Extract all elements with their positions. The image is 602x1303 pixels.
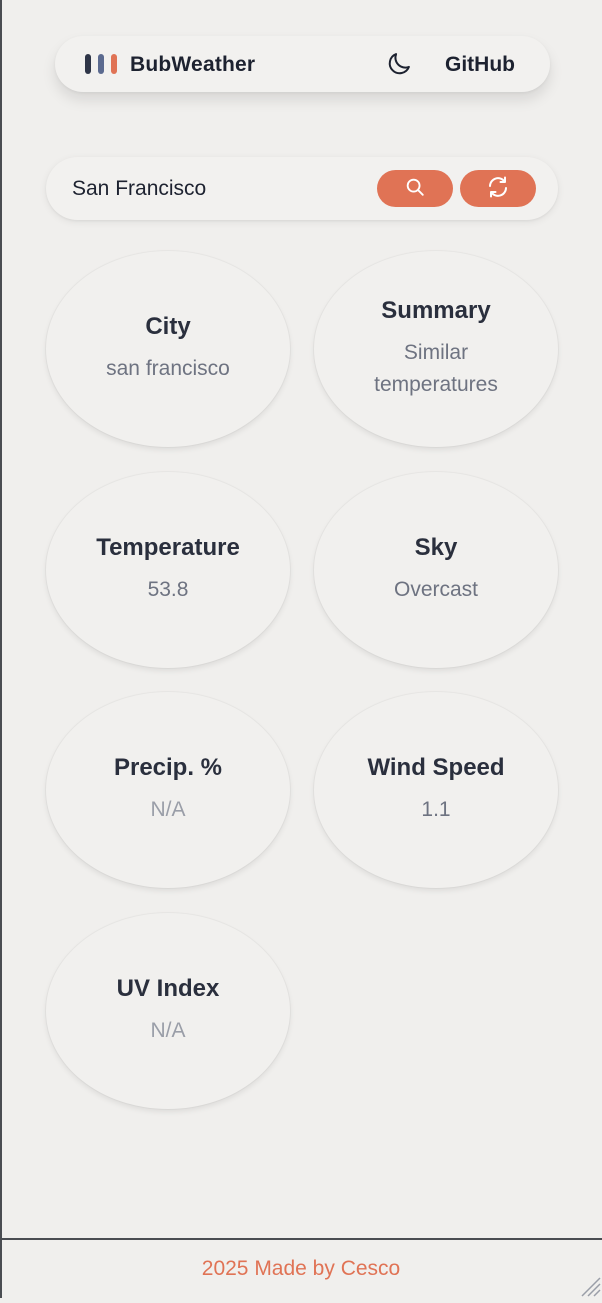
resize-handle-icon[interactable] — [576, 1272, 602, 1298]
refresh-button[interactable] — [460, 170, 536, 207]
city-card: City san francisco — [46, 251, 290, 447]
moon-icon[interactable] — [385, 50, 413, 78]
search-button[interactable] — [377, 170, 453, 207]
card-value: N/A — [150, 798, 186, 821]
precip-card: Precip. % N/A — [46, 692, 290, 888]
card-title: UV Index — [116, 975, 220, 1002]
refresh-icon — [486, 175, 510, 202]
card-value: 1.1 — [421, 798, 451, 821]
window-edge — [0, 0, 2, 1298]
card-title: Precip. % — [113, 754, 223, 781]
wind-speed-card: Wind Speed 1.1 — [314, 692, 558, 888]
card-value: san francisco — [106, 357, 230, 380]
card-value: Overcast — [393, 578, 479, 601]
search-bar — [46, 157, 558, 220]
github-link[interactable]: GitHub — [445, 53, 515, 77]
uv-index-card: UV Index N/A — [46, 913, 290, 1109]
city-search-input[interactable] — [72, 173, 372, 205]
card-title: Wind Speed — [367, 754, 505, 781]
temperature-card: Temperature 53.8 — [46, 472, 290, 668]
logo-icon — [85, 54, 119, 74]
card-value: 53.8 — [147, 578, 189, 601]
card-value: N/A — [150, 1019, 186, 1042]
footer-credit: 2025 Made by Cesco — [201, 1257, 401, 1280]
summary-card: Summary Similar temperatures — [314, 251, 558, 447]
card-value: Similar temperatures — [374, 341, 498, 396]
footer-divider — [0, 1238, 602, 1240]
sky-card: Sky Overcast — [314, 472, 558, 668]
search-icon — [404, 176, 426, 201]
navbar: BubWeather GitHub — [55, 36, 550, 92]
card-title: Sky — [414, 534, 458, 561]
brand-title[interactable]: BubWeather — [130, 53, 255, 77]
card-title: City — [145, 313, 191, 340]
card-title: Temperature — [96, 534, 240, 561]
card-title: Summary — [381, 297, 491, 324]
